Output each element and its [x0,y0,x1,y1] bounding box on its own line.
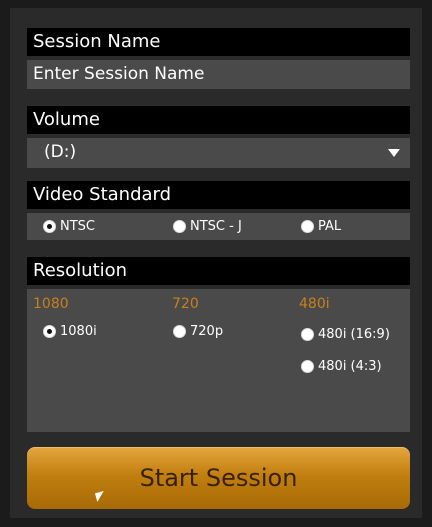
radio-selected-icon[interactable] [43,325,56,338]
radio-unselected-icon[interactable] [301,220,314,233]
radio-ntsc-j-label: NTSC - J [190,219,242,234]
radio-480i-4-3-label: 480i (4:3) [318,359,382,374]
radio-720p[interactable]: 720p [173,324,223,339]
radio-ntsc[interactable]: NTSC [43,219,95,234]
radio-720p-label: 720p [190,324,224,339]
radio-pal-label: PAL [318,219,342,234]
radio-ntsc-j[interactable]: NTSC - J [173,219,242,234]
session-name-header: Session Name [27,28,410,56]
radio-unselected-icon[interactable] [301,328,314,341]
radio-selected-icon[interactable] [43,220,56,233]
volume-select[interactable]: (D:) [27,138,410,168]
session-name-placeholder: Enter Session Name [33,64,205,84]
dropdown-arrow-icon[interactable] [388,149,400,157]
radio-1080i-label: 1080i [60,324,97,339]
resolution-header: Resolution [27,257,410,285]
volume-header: Volume [27,106,410,134]
radio-unselected-icon[interactable] [173,325,186,338]
radio-unselected-icon[interactable] [173,220,186,233]
radio-1080i[interactable]: 1080i [43,324,97,339]
radio-unselected-icon[interactable] [301,360,314,373]
video-standard-header: Video Standard [27,181,410,209]
resolution-column-720: 720 [172,296,199,312]
volume-selected-value: (D:) [44,142,77,162]
radio-480i-4-3[interactable]: 480i (4:3) [301,359,382,374]
radio-ntsc-label: NTSC [60,219,95,234]
radio-480i-16-9-label: 480i (16:9) [318,327,390,342]
resolution-column-480i: 480i [299,296,330,312]
radio-480i-16-9[interactable]: 480i (16:9) [301,327,390,342]
start-session-button[interactable]: Start Session [27,447,410,509]
session-name-field[interactable]: Enter Session Name [27,60,410,89]
radio-pal[interactable]: PAL [301,219,341,234]
resolution-column-1080: 1080 [33,296,69,312]
